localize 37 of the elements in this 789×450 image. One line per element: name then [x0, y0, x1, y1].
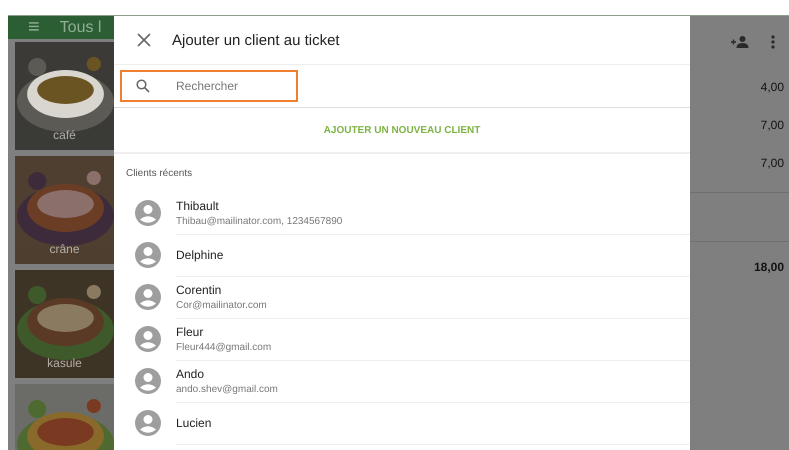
client-item[interactable]: Thibault Thibau@mailinator.com, 1234567890 — [114, 192, 690, 234]
client-contact: Fleur444@gmail.com — [176, 342, 272, 352]
avatar-icon — [135, 326, 161, 352]
tile-label: café — [52, 128, 77, 142]
search-icon — [136, 79, 150, 93]
client-item[interactable]: Corentin Cor@mailinator.com — [114, 276, 690, 318]
avatar-icon — [135, 200, 161, 226]
avatar-icon — [135, 242, 161, 268]
avatar-icon — [135, 368, 161, 394]
price-text: 4,00 — [760, 79, 785, 96]
client-name: Lucien — [176, 416, 212, 430]
client-name: Delphine — [176, 248, 224, 262]
price-text: 7,00 — [760, 117, 785, 134]
client-item[interactable]: Fleur Fleur444@gmail.com — [114, 318, 690, 360]
avatar-icon — [135, 284, 161, 310]
client-item[interactable]: Lucien — [114, 402, 690, 444]
close-icon — [137, 33, 151, 47]
tile-label: kasule — [46, 356, 83, 370]
avatar-icon — [135, 410, 161, 436]
dialog-title: Ajouter un client au ticket — [172, 32, 340, 48]
client-name: Corentin — [176, 282, 222, 296]
search-field[interactable]: Rechercher — [120, 70, 298, 102]
client-name: Thibault — [176, 198, 220, 212]
client-item[interactable]: Delphine — [114, 234, 690, 276]
add-person-icon[interactable] — [731, 36, 749, 48]
client-contact: ando.shev@gmail.com — [176, 384, 279, 394]
client-name: Fleur — [176, 324, 204, 338]
section-label: Clients récents — [125, 166, 194, 180]
price-text: 7,00 — [760, 155, 785, 172]
client-item[interactable]: Ando ando.shev@gmail.com — [114, 360, 690, 402]
more-icon[interactable] — [771, 35, 775, 49]
tile-label: crâne — [48, 242, 81, 256]
client-name: Ando — [176, 366, 206, 380]
app-title: Tous l — [60, 18, 102, 36]
client-contact: Cor@mailinator.com — [176, 300, 268, 310]
client-contact: Thibau@mailinator.com, 1234567890 — [176, 216, 344, 226]
total-price: 18,00 — [752, 259, 785, 276]
